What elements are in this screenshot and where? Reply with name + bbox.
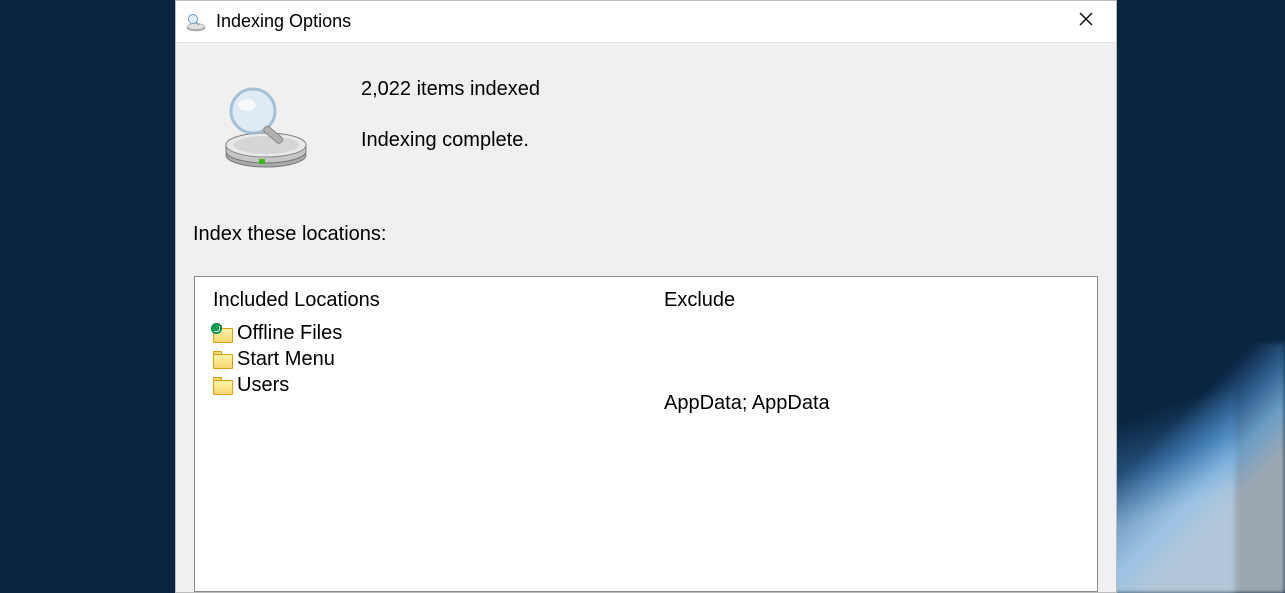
exclude-header: Exclude (664, 289, 1079, 312)
window-titlebar: Indexing Options (176, 1, 1116, 43)
exclude-value: AppData; AppData (664, 392, 1079, 415)
close-icon (1078, 11, 1094, 32)
list-item[interactable]: Users (213, 374, 628, 397)
folder-icon (213, 377, 233, 395)
items-indexed-count: 2,022 items indexed (361, 78, 540, 101)
location-label: Offline Files (237, 322, 342, 345)
location-label: Start Menu (237, 348, 335, 371)
status-text-group: 2,022 items indexed Indexing complete. (361, 68, 540, 152)
locations-label: Index these locations: (191, 223, 1101, 246)
window-title: Indexing Options (216, 11, 1056, 32)
list-item[interactable]: Start Menu (213, 348, 628, 371)
status-section: 2,022 items indexed Indexing complete. (191, 68, 1101, 173)
indexing-options-icon (186, 12, 206, 32)
list-item[interactable]: Offline Files (213, 322, 628, 345)
offline-files-folder-icon (213, 325, 233, 343)
folder-icon (213, 351, 233, 369)
close-button[interactable] (1056, 1, 1116, 43)
exclude-column: Exclude AppData; AppData (646, 277, 1097, 591)
indexing-drive-icon (221, 83, 311, 173)
indexing-status: Indexing complete. (361, 129, 540, 152)
included-header: Included Locations (213, 289, 628, 312)
window-content: 2,022 items indexed Indexing complete. I… (176, 43, 1116, 592)
included-column: Included Locations Offline Files Start M… (195, 277, 646, 591)
locations-listbox[interactable]: Included Locations Offline Files Start M… (194, 276, 1098, 592)
indexing-options-window: Indexing Options (175, 0, 1117, 593)
location-label: Users (237, 374, 289, 397)
